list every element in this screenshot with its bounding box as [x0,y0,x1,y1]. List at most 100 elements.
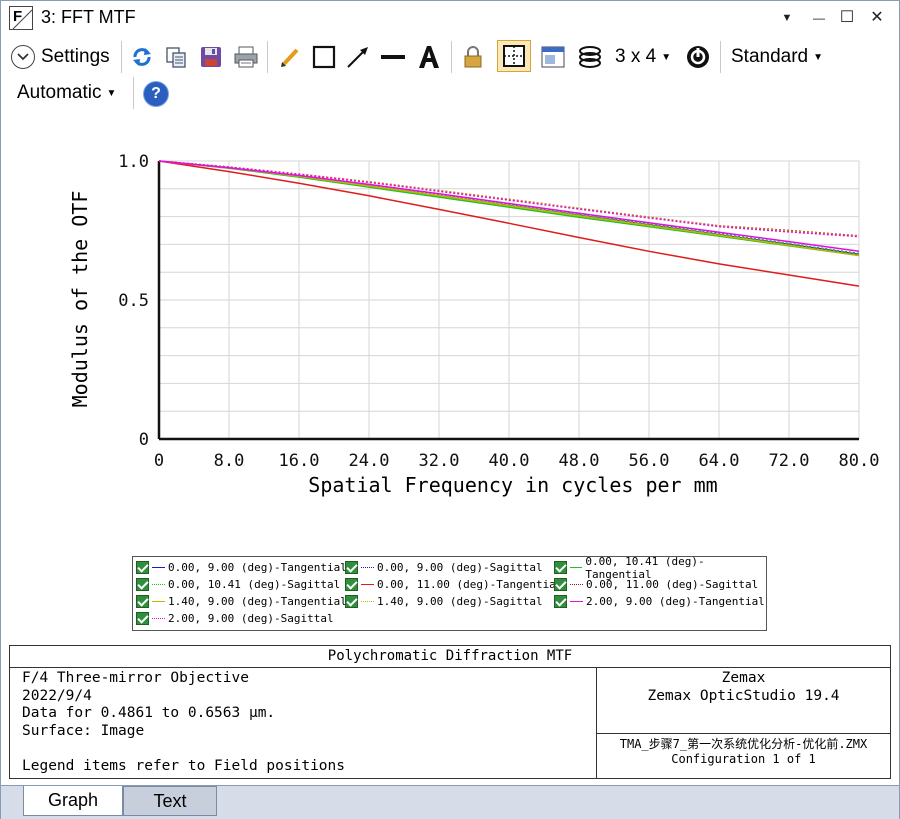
file-name: TMA_步骤7_第一次系统优化分析-优化前.ZMX [619,737,868,751]
checkbox-icon[interactable] [554,595,567,608]
toolbar-separator [133,77,134,109]
legend-item[interactable]: 0.00, 9.00 (deg)-Sagittal [345,559,543,576]
system-title: F/4 Three-mirror Objective [22,670,249,686]
fft-mtf-window: F 3: FFT MTF ▼ — ☐ ✕ Settings 3 x 4 ▼ St… [0,0,900,819]
copy-icon[interactable] [163,44,189,70]
legend-item[interactable]: 0.00, 10.41 (deg)-Sagittal [136,576,340,593]
checkbox-icon[interactable] [345,578,358,591]
legend-swatch [152,601,165,602]
minimize-button[interactable]: — [807,7,831,29]
chevron-down-icon [11,45,35,69]
checkbox-icon[interactable] [136,561,149,574]
legend-swatch [570,601,583,602]
print-icon[interactable] [232,44,260,70]
automatic-label: Automatic [17,82,102,103]
x-tick-label: 64.0 [699,451,740,471]
maximize-button[interactable]: ☐ [835,7,859,29]
product-name: Zemax OpticStudio 19.4 [647,687,840,704]
tab-text[interactable]: Text [123,786,217,816]
pencil-icon[interactable] [277,44,303,70]
legend-swatch [361,567,374,568]
legend-label: 0.00, 9.00 (deg)-Tangential [168,561,347,574]
chart-legend: 0.00, 9.00 (deg)-Tangential 0.00, 9.00 (d… [132,555,767,631]
text-icon[interactable] [415,44,443,70]
info-vendor-panel: Zemax Zemax OpticStudio 19.4 [597,670,890,705]
mtf-chart: 0 8.0 16.0 24.0 32.0 40.0 48.0 56.0 64.0 72.0 80.0… [68,152,879,497]
settings-label: Settings [41,46,110,67]
checkbox-icon[interactable] [136,595,149,608]
wavelength-range: Data for 0.4861 to 0.6563 µm. [22,705,276,721]
x-tick-label: 16.0 [279,451,320,471]
surface-label: Surface: Image [22,722,145,739]
automatic-dropdown[interactable]: Automatic ▼ [17,78,116,108]
legend-label: 2.00, 9.00 (deg)-Sagittal [168,612,334,625]
legend-item[interactable]: 0.00, 10.41 (deg)-Tangential [554,555,766,581]
window-menu-button[interactable]: ▼ [775,7,799,29]
checkbox-icon[interactable] [554,578,567,591]
legend-item[interactable]: 0.00, 9.00 (deg)-Tangential [136,559,347,576]
info-table: Polychromatic Diffraction MTF F/4 Three-… [9,645,891,779]
app-icon-letter: F [13,8,23,25]
x-tick-label: 48.0 [559,451,600,471]
tab-bar: Graph Text [1,785,899,819]
x-tick-label: 0 [154,451,164,471]
rotate-icon[interactable] [685,44,711,70]
layout-label: 3 x 4 [615,46,657,67]
legend-swatch [361,601,374,602]
legend-item[interactable]: 0.00, 11.00 (deg)-Sagittal [554,576,758,593]
checkbox-icon[interactable] [345,561,358,574]
info-header: Polychromatic Diffraction MTF [10,646,890,668]
save-icon[interactable] [198,44,224,70]
legend-item[interactable]: 2.00, 9.00 (deg)-Tangential [554,593,765,610]
legend-swatch [361,584,374,585]
x-tick-label: 40.0 [489,451,530,471]
legend-item[interactable]: 1.40, 9.00 (deg)-Sagittal [345,593,543,610]
caret-down-icon: ▼ [106,87,117,99]
arrow-icon[interactable] [345,44,371,70]
x-tick-label: 56.0 [629,451,670,471]
tab-graph[interactable]: Graph [23,786,123,816]
divider [596,733,890,734]
title-bar: F 3: FFT MTF ▼ — ☐ ✕ [1,1,899,35]
standard-dropdown[interactable]: Standard ▼ [731,42,823,72]
window-icon[interactable] [539,44,567,70]
toolbar-separator [720,41,721,73]
vendor-name: Zemax [721,670,766,686]
checkbox-icon[interactable] [345,595,358,608]
x-tick-label: 8.0 [214,451,245,471]
line-icon[interactable] [379,44,407,70]
grid-icon[interactable] [497,40,531,72]
lock-icon[interactable] [460,44,486,70]
legend-item[interactable]: 2.00, 9.00 (deg)-Sagittal [136,610,334,627]
close-button[interactable]: ✕ [865,7,889,29]
legend-swatch [152,567,165,568]
configuration-label: Configuration 1 of 1 [671,752,816,766]
settings-button[interactable]: Settings [11,42,110,72]
layout-dropdown[interactable]: 3 x 4 ▼ [615,42,671,72]
toolbar-separator [267,41,268,73]
y-tick-label: 1.0 [118,152,149,172]
info-file-panel: TMA_步骤7_第一次系统优化分析-优化前.ZMX Configuration … [597,737,890,767]
y-axis-label: Modulus of the OTF [68,191,92,408]
layers-icon[interactable] [576,44,604,70]
info-left-panel: F/4 Three-mirror Objective 2022/9/4 Data… [22,670,345,775]
caret-down-icon: ▼ [661,51,672,63]
help-icon[interactable]: ? [143,81,169,107]
legend-label: 0.00, 10.41 (deg)-Sagittal [168,578,341,591]
legend-item[interactable]: 0.00, 11.00 (deg)-Tangential [345,576,562,593]
legend-item[interactable]: 1.40, 9.00 (deg)-Tangential [136,593,347,610]
checkbox-icon[interactable] [554,561,567,574]
x-tick-label: 32.0 [419,451,460,471]
refresh-icon[interactable] [129,44,155,70]
help-glyph: ? [151,85,161,102]
analysis-date: 2022/9/4 [22,687,92,704]
checkbox-icon[interactable] [136,612,149,625]
legend-swatch [152,618,165,619]
legend-label: 0.00, 11.00 (deg)-Sagittal [586,578,759,591]
checkbox-icon[interactable] [136,578,149,591]
x-tick-label: 24.0 [349,451,390,471]
rectangle-icon[interactable] [311,44,337,70]
legend-label: 1.40, 9.00 (deg)-Tangential [168,595,347,608]
toolbar: Settings 3 x 4 ▼ Standard ▼ Automatic ▼ … [1,37,899,113]
